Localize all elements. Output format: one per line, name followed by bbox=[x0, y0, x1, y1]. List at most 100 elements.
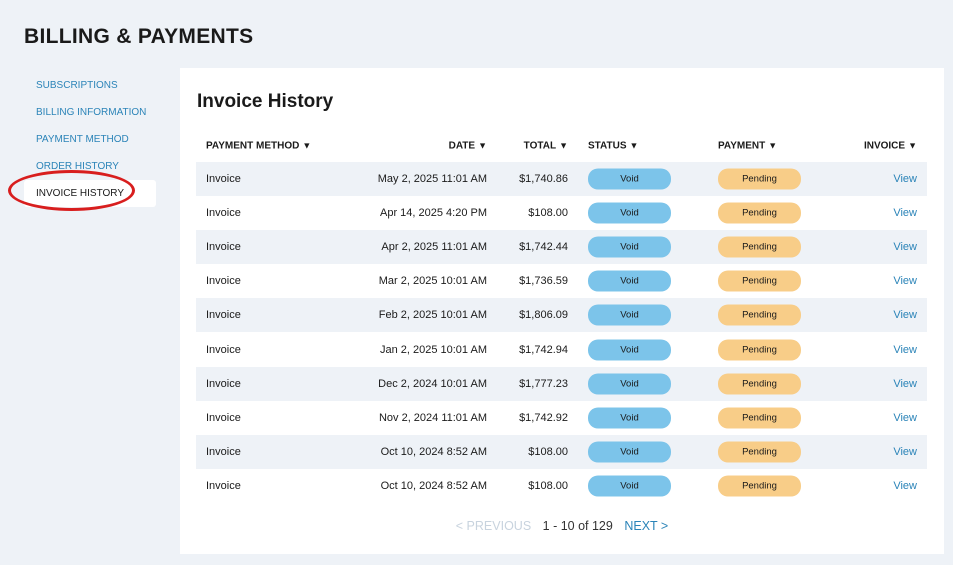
cell-payment: Pending bbox=[718, 441, 801, 463]
payment-badge: Pending bbox=[718, 407, 801, 429]
view-invoice-link[interactable]: View bbox=[893, 173, 917, 185]
view-invoice-link[interactable]: View bbox=[893, 241, 917, 253]
status-badge: Void bbox=[588, 236, 671, 258]
view-invoice-link[interactable]: View bbox=[893, 446, 917, 458]
header-payment-method[interactable]: PAYMENT METHOD ▼ bbox=[206, 141, 311, 152]
status-badge: Void bbox=[588, 475, 671, 497]
view-invoice-link[interactable]: View bbox=[893, 480, 917, 492]
sort-arrow-icon: ▼ bbox=[559, 140, 568, 151]
pagination: < PREVIOUS 1 - 10 of 129 NEXT > bbox=[180, 519, 944, 533]
cell-payment-method: Invoice bbox=[206, 207, 241, 220]
cell-total: $1,736.59 bbox=[519, 275, 568, 288]
cell-payment-method: Invoice bbox=[206, 309, 241, 322]
cell-payment-method: Invoice bbox=[206, 479, 241, 492]
cell-payment-method: Invoice bbox=[206, 445, 241, 458]
status-badge: Void bbox=[588, 168, 671, 190]
view-invoice-link[interactable]: View bbox=[893, 207, 917, 219]
table-row: Invoice May 2, 2025 11:01 AM $1,740.86 Void… bbox=[196, 162, 927, 197]
sort-arrow-icon: ▼ bbox=[629, 140, 639, 151]
cell-date: Apr 14, 2025 4:20 PM bbox=[379, 207, 487, 220]
view-invoice-link[interactable]: View bbox=[893, 344, 917, 356]
previous-page-button[interactable]: < PREVIOUS bbox=[456, 519, 531, 533]
cell-payment-method: Invoice bbox=[206, 275, 241, 288]
payment-badge: Pending bbox=[718, 373, 801, 395]
cell-total: $1,777.23 bbox=[519, 377, 568, 390]
status-badge: Void bbox=[588, 339, 671, 361]
cell-payment: Pending bbox=[718, 270, 801, 292]
view-invoice-link[interactable]: View bbox=[893, 412, 917, 424]
view-invoice-link[interactable]: View bbox=[893, 378, 917, 390]
sort-arrow-icon: ▼ bbox=[768, 140, 778, 151]
header-invoice[interactable]: INVOICE ▼ bbox=[864, 141, 917, 152]
cell-status: Void bbox=[588, 168, 671, 190]
payment-badge: Pending bbox=[718, 236, 801, 258]
cell-status: Void bbox=[588, 202, 671, 224]
cell-date: Oct 10, 2024 8:52 AM bbox=[380, 479, 487, 492]
header-payment[interactable]: PAYMENT ▼ bbox=[718, 141, 777, 152]
payment-badge: Pending bbox=[718, 475, 801, 497]
payment-badge: Pending bbox=[718, 202, 801, 224]
payment-badge: Pending bbox=[718, 339, 801, 361]
table-row: Invoice Apr 14, 2025 4:20 PM $108.00 Void Pe… bbox=[196, 196, 927, 230]
cell-total: $1,742.92 bbox=[519, 411, 568, 424]
cell-total: $1,740.86 bbox=[519, 173, 568, 186]
table-row: Invoice Nov 2, 2024 11:01 AM $1,742.92 Void… bbox=[196, 401, 927, 435]
status-badge: Void bbox=[588, 270, 671, 292]
cell-status: Void bbox=[588, 441, 671, 463]
cell-status: Void bbox=[588, 270, 671, 292]
cell-payment: Pending bbox=[718, 407, 801, 429]
sort-arrow-icon: ▼ bbox=[908, 140, 917, 151]
sidebar-nav: SUBSCRIPTIONS BILLING INFORMATION PAYMEN… bbox=[24, 72, 156, 207]
cell-date: Feb 2, 2025 10:01 AM bbox=[378, 309, 487, 322]
cell-total: $1,742.94 bbox=[519, 343, 568, 356]
cell-date: Oct 10, 2024 8:52 AM bbox=[380, 445, 487, 458]
sidebar-item-subscriptions[interactable]: SUBSCRIPTIONS bbox=[24, 72, 156, 99]
cell-date: Dec 2, 2024 10:01 AM bbox=[378, 377, 487, 390]
view-invoice-link[interactable]: View bbox=[893, 275, 917, 287]
header-date[interactable]: DATE ▼ bbox=[449, 141, 487, 152]
cell-payment: Pending bbox=[718, 475, 801, 497]
cell-total: $1,742.44 bbox=[519, 241, 568, 254]
payment-badge: Pending bbox=[718, 304, 801, 326]
status-badge: Void bbox=[588, 202, 671, 224]
table-header-row: PAYMENT METHOD ▼ DATE ▼ TOTAL ▼ STATUS ▼ PAY… bbox=[196, 130, 927, 162]
cell-total: $1,806.09 bbox=[519, 309, 568, 322]
header-status[interactable]: STATUS ▼ bbox=[588, 141, 638, 152]
cell-payment-method: Invoice bbox=[206, 173, 241, 186]
table-row: Invoice Apr 2, 2025 11:01 AM $1,742.44 Void… bbox=[196, 230, 927, 265]
status-badge: Void bbox=[588, 441, 671, 463]
cell-status: Void bbox=[588, 339, 671, 361]
sidebar-item-billing-information[interactable]: BILLING INFORMATION bbox=[24, 99, 156, 126]
cell-total: $108.00 bbox=[528, 207, 568, 220]
table-row: Invoice Feb 2, 2025 10:01 AM $1,806.09 Void… bbox=[196, 298, 927, 333]
table-row: Invoice Dec 2, 2024 10:01 AM $1,777.23 Void… bbox=[196, 366, 927, 401]
cell-payment-method: Invoice bbox=[206, 343, 241, 356]
payment-badge: Pending bbox=[718, 270, 801, 292]
table-row: Invoice Oct 10, 2024 8:52 AM $108.00 Void Pe… bbox=[196, 434, 927, 469]
cell-status: Void bbox=[588, 304, 671, 326]
invoice-table: PAYMENT METHOD ▼ DATE ▼ TOTAL ▼ STATUS ▼ PAY… bbox=[196, 130, 927, 503]
cell-payment-method: Invoice bbox=[206, 377, 241, 390]
status-badge: Void bbox=[588, 373, 671, 395]
sidebar-item-payment-method[interactable]: PAYMENT METHOD bbox=[24, 126, 156, 153]
invoice-history-card: Invoice History PAYMENT METHOD ▼ DATE ▼ TO… bbox=[180, 68, 944, 554]
sidebar-item-order-history[interactable]: ORDER HISTORY bbox=[24, 153, 156, 180]
payment-badge: Pending bbox=[718, 441, 801, 463]
cell-payment: Pending bbox=[718, 373, 801, 395]
cell-status: Void bbox=[588, 373, 671, 395]
cell-date: Jan 2, 2025 10:01 AM bbox=[379, 343, 487, 356]
cell-payment-method: Invoice bbox=[206, 241, 241, 254]
sort-arrow-icon: ▼ bbox=[478, 140, 487, 151]
cell-status: Void bbox=[588, 475, 671, 497]
cell-total: $108.00 bbox=[528, 445, 568, 458]
next-page-button[interactable]: NEXT > bbox=[624, 519, 668, 533]
sidebar-item-invoice-history[interactable]: INVOICE HISTORY bbox=[24, 180, 156, 207]
table-body: Invoice May 2, 2025 11:01 AM $1,740.86 Void… bbox=[196, 162, 927, 503]
page-title: BILLING & PAYMENTS bbox=[24, 25, 254, 48]
view-invoice-link[interactable]: View bbox=[893, 309, 917, 321]
cell-date: May 2, 2025 11:01 AM bbox=[377, 173, 487, 186]
status-badge: Void bbox=[588, 304, 671, 326]
cell-date: Mar 2, 2025 10:01 AM bbox=[378, 275, 487, 288]
cell-payment: Pending bbox=[718, 202, 801, 224]
header-total[interactable]: TOTAL ▼ bbox=[524, 141, 568, 152]
